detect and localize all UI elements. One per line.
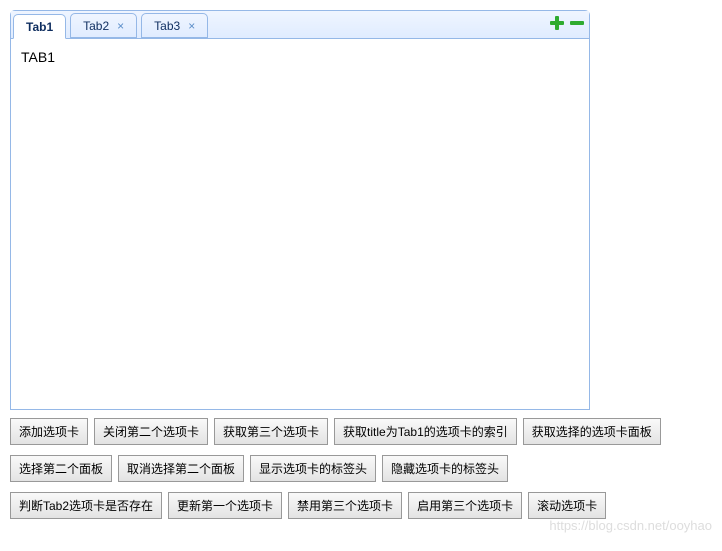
- scroll-tab-button[interactable]: 滚动选项卡: [528, 492, 606, 519]
- button-row-1: 添加选项卡 关闭第二个选项卡 获取第三个选项卡 获取title为Tab1的选项卡…: [10, 418, 712, 445]
- tab-label: Tab3: [154, 19, 180, 33]
- button-area: 添加选项卡 关闭第二个选项卡 获取第三个选项卡 获取title为Tab1的选项卡…: [10, 418, 712, 519]
- unselect-second-panel-button[interactable]: 取消选择第二个面板: [118, 455, 244, 482]
- tab-2[interactable]: Tab2 ×: [70, 13, 137, 38]
- close-icon[interactable]: ×: [188, 19, 195, 33]
- minus-icon[interactable]: [569, 15, 585, 31]
- tab-content: TAB1: [21, 49, 55, 65]
- close-second-tab-button[interactable]: 关闭第二个选项卡: [94, 418, 208, 445]
- tabs-panel: Tab1 Tab2 × Tab3 × TAB1: [10, 10, 590, 410]
- update-first-tab-button[interactable]: 更新第一个选项卡: [168, 492, 282, 519]
- show-tab-header-button[interactable]: 显示选项卡的标签头: [250, 455, 376, 482]
- tab-label: Tab2: [83, 19, 109, 33]
- get-selected-tab-button[interactable]: 获取选择的选项卡面板: [523, 418, 661, 445]
- select-second-panel-button[interactable]: 选择第二个面板: [10, 455, 112, 482]
- add-tab-button[interactable]: 添加选项卡: [10, 418, 88, 445]
- tabs-body: TAB1: [11, 39, 589, 409]
- disable-third-tab-button[interactable]: 禁用第三个选项卡: [288, 492, 402, 519]
- button-row-2: 选择第二个面板 取消选择第二个面板 显示选项卡的标签头 隐藏选项卡的标签头: [10, 455, 712, 482]
- get-third-tab-button[interactable]: 获取第三个选项卡: [214, 418, 328, 445]
- close-icon[interactable]: ×: [117, 19, 124, 33]
- tab-label: Tab1: [26, 20, 53, 34]
- tabs-tools: [549, 15, 585, 31]
- plus-icon[interactable]: [549, 15, 565, 31]
- tab-1[interactable]: Tab1: [13, 14, 66, 39]
- tab-3[interactable]: Tab3 ×: [141, 13, 208, 38]
- button-row-3: 判断Tab2选项卡是否存在 更新第一个选项卡 禁用第三个选项卡 启用第三个选项卡…: [10, 492, 712, 519]
- get-tab1-index-button[interactable]: 获取title为Tab1的选项卡的索引: [334, 418, 517, 445]
- exists-tab2-button[interactable]: 判断Tab2选项卡是否存在: [10, 492, 162, 519]
- tabs-header: Tab1 Tab2 × Tab3 ×: [11, 11, 589, 39]
- hide-tab-header-button[interactable]: 隐藏选项卡的标签头: [382, 455, 508, 482]
- enable-third-tab-button[interactable]: 启用第三个选项卡: [408, 492, 522, 519]
- watermark: https://blog.csdn.net/ooyhao: [549, 518, 712, 533]
